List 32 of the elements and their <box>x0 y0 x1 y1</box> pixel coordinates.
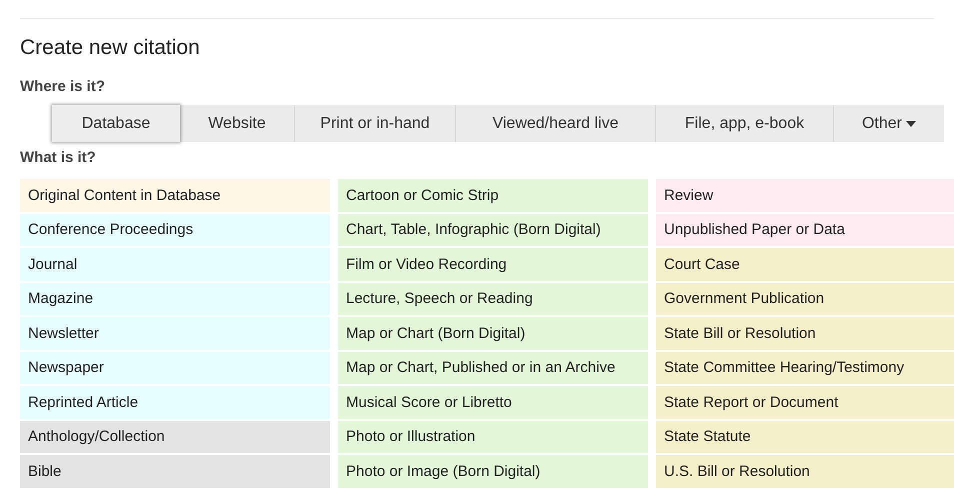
citation-type-option[interactable]: Conference Proceedings <box>20 214 330 246</box>
citation-type-option[interactable]: Reprinted Article <box>20 386 330 418</box>
citation-type-option[interactable]: Magazine <box>20 282 330 315</box>
citation-type-option[interactable]: Court Case <box>656 248 954 280</box>
citation-type-option[interactable]: Newsletter <box>20 317 330 350</box>
section-label: What is it? <box>19 148 97 168</box>
citation-type-option[interactable]: Chart, Table, Infographic (Born Digital) <box>338 214 648 246</box>
citation-type-option[interactable]: Bible <box>20 455 330 488</box>
citation-type-option[interactable]: Map or Chart, Published or in an Archive <box>338 352 648 384</box>
citation-type-option[interactable]: Anthology/Collection <box>20 420 330 453</box>
citation-type-option[interactable]: Journal <box>20 248 330 280</box>
citation-type-option[interactable]: State Report or Document <box>656 386 954 418</box>
citation-type-option[interactable]: State Statute <box>656 420 954 453</box>
citation-type-option[interactable]: Photo or Image (Born Digital) <box>338 455 648 488</box>
citation-type-option[interactable]: State Committee Hearing/Testimony <box>656 352 954 384</box>
page-title: Create new citation <box>19 35 201 61</box>
citation-type-option[interactable]: U.S. Bill or Resolution <box>656 455 954 488</box>
caret-icon <box>906 120 916 126</box>
citation-type-option[interactable]: Cartoon or Comic Strip <box>338 179 648 212</box>
citation-type-option[interactable]: Film or Video Recording <box>338 248 648 280</box>
citation-type-option[interactable]: Government Publication <box>656 282 954 315</box>
citation-type-option[interactable]: State Bill or Resolution <box>656 317 954 350</box>
citation-type-option[interactable]: Original Content in Database <box>20 179 330 212</box>
citation-type-option[interactable]: Map or Chart (Born Digital) <box>338 317 648 350</box>
citation-type-option[interactable]: Photo or Illustration <box>338 420 648 453</box>
tab[interactable]: Database <box>52 105 180 142</box>
citation-type-option[interactable]: Musical Score or Libretto <box>338 386 648 418</box>
section-label: Where is it? <box>19 77 106 97</box>
citation-type-option[interactable]: Unpublished Paper or Data <box>656 214 954 246</box>
citation-type-option[interactable]: Lecture, Speech or Reading <box>338 282 648 315</box>
citation-type-option[interactable]: Newspaper <box>20 352 330 384</box>
citation-type-option[interactable]: Review <box>656 179 954 212</box>
